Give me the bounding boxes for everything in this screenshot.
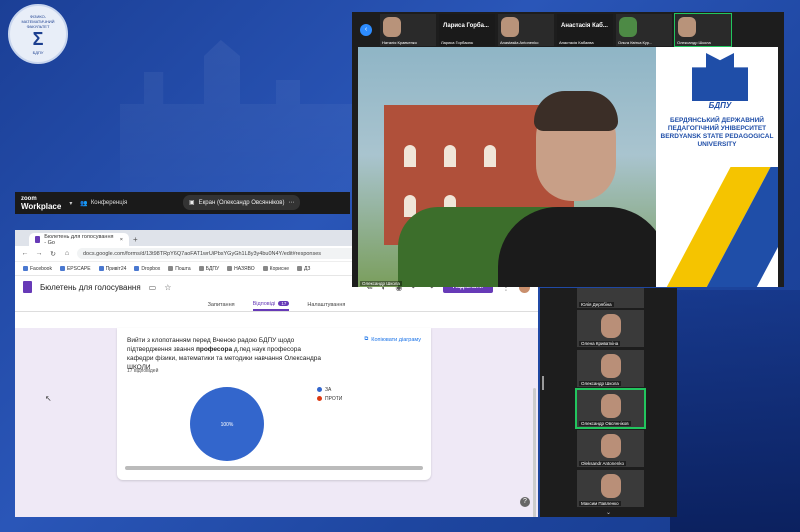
participant-video [601, 314, 621, 338]
tab-questions[interactable]: Запитання [208, 298, 235, 311]
speaker-person [498, 87, 668, 287]
gallery-tile[interactable]: Oleksandr Antonenko [577, 430, 644, 467]
mouse-cursor-icon: ↖ [45, 394, 52, 403]
bookmark-item[interactable]: Привіт24 [98, 266, 126, 272]
question-text: Вийти з клопотанням перед Вченою радою Б… [127, 337, 321, 371]
browser-tab[interactable]: Бюлетень для голосування - Go × [29, 233, 129, 246]
participant-thumbnail[interactable]: Anastasiia Antonenko [498, 14, 554, 46]
forward-icon[interactable]: → [35, 250, 43, 257]
back-icon[interactable]: ← [21, 250, 29, 257]
folder-icon [198, 266, 204, 271]
folder-icon [296, 266, 302, 271]
participant-video [601, 354, 621, 378]
bookmark-icon [23, 266, 28, 271]
responses-count: 17 відповідей [127, 368, 159, 374]
participant-video [383, 17, 401, 37]
pie-slice-label: 100% [221, 422, 234, 428]
bookmark-item[interactable]: Dropbox [134, 266, 160, 272]
legend-dot [317, 396, 322, 402]
gallery-tile[interactable]: Олександр Школа [577, 350, 644, 387]
participant-video [619, 17, 637, 37]
university-crest-icon [692, 53, 748, 101]
help-button[interactable]: ? [520, 497, 530, 507]
bookmark-item[interactable]: НАЗЯВО [227, 266, 255, 272]
tab-settings[interactable]: Налаштування [307, 298, 345, 311]
vertical-scrollbar[interactable] [533, 388, 536, 517]
gallery-scrollbar[interactable] [542, 376, 544, 390]
conference-menu[interactable]: 👥 Конференція [80, 200, 127, 207]
university-name: БЕРДЯНСЬКИЙ ДЕРЖАВНИЙ ПЕДАГОГІЧНИЙ УНІВЕ… [660, 117, 774, 148]
faculty-logo: ФІЗИКО-МАТЕМАТИЧНИЙ ФАКУЛЬТЕТ Σ БДПУ [8, 4, 68, 64]
more-icon[interactable]: ⋯ [288, 199, 294, 206]
participant-thumbnail[interactable]: Олександр Школа [674, 13, 732, 47]
gallery-tile[interactable]: Максим Павленко [577, 470, 644, 507]
close-icon[interactable]: × [120, 237, 123, 243]
screen-share-indicator[interactable]: ▣ Екран (Олександр Овсянніков) ⋯ [183, 195, 301, 210]
home-icon[interactable]: ⌂ [63, 250, 71, 257]
bookmark-item[interactable]: ДЗ [296, 266, 310, 272]
zoom-brand: zoom Workplace [21, 196, 62, 211]
participant-thumbnail[interactable]: Наталія Кравченко [380, 14, 436, 46]
scroll-left-button[interactable]: ‹ [360, 24, 372, 36]
zoom-toolbar: zoom Workplace ▾ 👥 Конференція ▣ Екран (… [15, 192, 350, 214]
forms-tabs: Запитання Відповіді 17 Налаштування [15, 298, 538, 312]
background-panel [670, 290, 800, 532]
folder-icon[interactable]: ▭ [149, 283, 157, 292]
legend-item: ПРОТИ [317, 395, 342, 404]
zoom-video-window: ‹ Наталія Кравченко Лариса Горба... Ларис… [352, 12, 784, 287]
gallery-tile[interactable]: Олена Криваткіна [577, 310, 644, 347]
people-icon: 👥 [80, 200, 88, 207]
speaker-name-label: Олександр Школа [360, 281, 402, 286]
bookmark-icon [98, 266, 104, 271]
participant-video [601, 474, 621, 498]
participant-strip: ‹ Наталія Кравченко Лариса Горба... Ларис… [352, 12, 784, 48]
forms-logo-icon [23, 281, 32, 293]
participant-thumbnail[interactable]: Анастасія Каб... Анастасія Кабаєва [557, 14, 613, 46]
question-summary-card: Вийти з клопотанням перед Вченою радою Б… [117, 328, 431, 480]
pie-chart: 100% [190, 387, 264, 461]
form-title[interactable]: Бюлетень для голосування [40, 283, 141, 292]
background-building [120, 40, 360, 200]
reload-icon[interactable]: ↻ [49, 250, 57, 258]
folder-icon [227, 266, 233, 271]
forms-favicon-icon [35, 236, 41, 243]
participant-video [601, 394, 621, 418]
chevron-down-icon[interactable]: ▾ [69, 200, 72, 207]
responses-canvas: ↖ Вийти з клопотанням перед Вченою радою… [15, 328, 538, 517]
participant-video [501, 17, 519, 37]
gallery-tile[interactable]: Юлія Дерябіна [577, 288, 644, 308]
gallery-tile[interactable]: Олександр Овсянніков [575, 388, 646, 429]
bookmark-item[interactable]: EPSCAPE [59, 266, 91, 272]
bookmark-icon [59, 266, 65, 271]
star-icon[interactable]: ☆ [164, 283, 171, 292]
participant-thumbnail[interactable]: Лариса Горба... Лариса Горбасюк [439, 14, 495, 46]
university-banner: БДПУ БЕРДЯНСЬКИЙ ДЕРЖАВНИЙ ПЕДАГОГІЧНИЙ … [656, 47, 778, 287]
bookmark-icon [134, 266, 140, 271]
participant-video [678, 17, 696, 37]
tab-responses[interactable]: Відповіді 17 [252, 298, 290, 311]
folder-icon [168, 266, 174, 271]
bookmark-item[interactable]: Пошта [168, 266, 191, 272]
folder-icon [262, 266, 268, 271]
participant-thumbnail[interactable]: Ольга Квітка Кур... [616, 14, 672, 46]
speaker-video: БДПУ БЕРДЯНСЬКИЙ ДЕРЖАВНИЙ ПЕДАГОГІЧНИЙ … [358, 47, 778, 287]
sigma-icon: Σ [32, 28, 44, 49]
responses-count-badge: 17 [278, 301, 290, 306]
legend-item: ЗА [317, 386, 342, 395]
participant-video [601, 434, 621, 458]
copy-chart-button[interactable]: ⧉ Копіювати діаграму [364, 336, 421, 343]
bookmark-item[interactable]: Facebook [23, 266, 52, 272]
new-tab-button[interactable]: + [133, 234, 138, 246]
bookmark-item[interactable]: БДПУ [198, 266, 219, 272]
bookmark-item[interactable]: Корисне [262, 266, 289, 272]
horizontal-scrollbar[interactable] [125, 466, 423, 470]
copy-icon: ⧉ [364, 336, 369, 342]
gallery-column: Юлія Дерябіна Олена Криваткіна Олександр… [540, 288, 677, 517]
legend-dot [317, 387, 322, 393]
share-icon: ▣ [189, 200, 195, 206]
chart-legend: ЗА ПРОТИ [317, 386, 342, 404]
chevron-down-icon[interactable]: ⌄ [606, 509, 611, 516]
